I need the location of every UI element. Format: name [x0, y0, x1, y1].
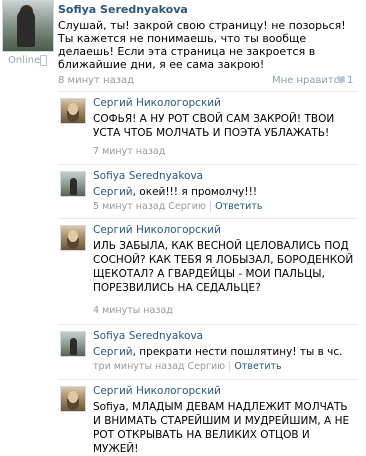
comment-text: ИЛЬ ЗАБЫЛА, КАК ВЕСНОЙ ЦЕЛОВАЛИСЬ ПОД СО… [93, 240, 354, 294]
comment-timestamp[interactable]: 7 минут назад [93, 146, 165, 157]
post-author-name[interactable]: Sofiya Serednyakova [58, 3, 188, 16]
reply-button[interactable]: Ответить [215, 201, 262, 212]
comment-item: Sofiya Serednyakova Сергий, окей!!! я пр… [58, 168, 358, 216]
mobile-phone-icon [40, 55, 47, 66]
mention-link[interactable]: Сергий [93, 346, 133, 358]
heart-icon[interactable]: ♥ [336, 75, 346, 86]
divider [58, 91, 358, 92]
divider [58, 218, 358, 219]
comment-timestamp[interactable]: три минуты назад Сергию [93, 361, 225, 372]
commenter-avatar[interactable] [60, 98, 86, 124]
commenter-name[interactable]: Сергий Никологорский [93, 385, 221, 397]
commenter-name[interactable]: Sofiya Serednyakova [93, 170, 203, 182]
commenter-avatar[interactable] [60, 171, 86, 197]
comment-text: Сергий, окей!!! я промолчу!!! [93, 186, 258, 198]
commenter-avatar[interactable] [60, 331, 86, 357]
commenter-name[interactable]: Sofiya Serednyakova [93, 330, 203, 342]
main-post: Online Sofiya Serednyakova Слушай, ты! з… [0, 0, 366, 89]
commenter-name[interactable]: Сергий Никологорский [93, 97, 221, 109]
commenter-avatar[interactable] [60, 225, 86, 251]
divider [58, 164, 358, 165]
comment-timestamp[interactable]: 5 минут назад Сергию [93, 201, 206, 212]
comment-text: СОФЬЯ! А НУ РОТ СВОЙ САМ ЗАКРОЙ! ТВОИ УС… [93, 113, 335, 139]
comment-timestamp[interactable]: 4 минуты назад [93, 305, 173, 316]
reply-button[interactable]: Ответить [234, 361, 281, 372]
divider [58, 379, 358, 380]
comment-item: Сергий Никологорский Sofiya, МЛАДЫМ ДЕВА… [58, 383, 358, 455]
online-status: Online [8, 55, 41, 66]
commenter-name[interactable]: Сергий Никологорский [93, 224, 221, 236]
post-text: Слушай, ты! закрой свою страницу! не поз… [58, 19, 346, 71]
comment-item: Sofiya Serednyakova Сергий, прекрати нес… [58, 328, 358, 376]
comment-meta: 5 минут назад Сергию | Ответить [93, 201, 263, 212]
comment-text: Sofiya, МЛАДЫМ ДЕВАМ НАДЛЕЖИТ МОЛЧАТЬ И … [93, 401, 350, 455]
commenter-avatar[interactable] [60, 386, 86, 412]
like-button[interactable]: Мне нравится [272, 75, 345, 86]
comment-item: Сергий Никологорский СОФЬЯ! А НУ РОТ СВО… [58, 95, 358, 163]
post-timestamp[interactable]: 8 минут назад [58, 75, 134, 86]
mention-link[interactable]: Сергий [93, 186, 133, 198]
comment-meta: три минуты назад Сергию | Ответить [93, 361, 282, 372]
comment-text: Сергий, прекрати нести пошлятину! ты в ч… [93, 346, 343, 358]
author-avatar[interactable] [2, 0, 54, 52]
like-count: 1 [347, 75, 354, 86]
comment-item: Сергий Никологорский ИЛЬ ЗАБЫЛА, КАК ВЕС… [58, 222, 358, 320]
divider [58, 324, 358, 325]
